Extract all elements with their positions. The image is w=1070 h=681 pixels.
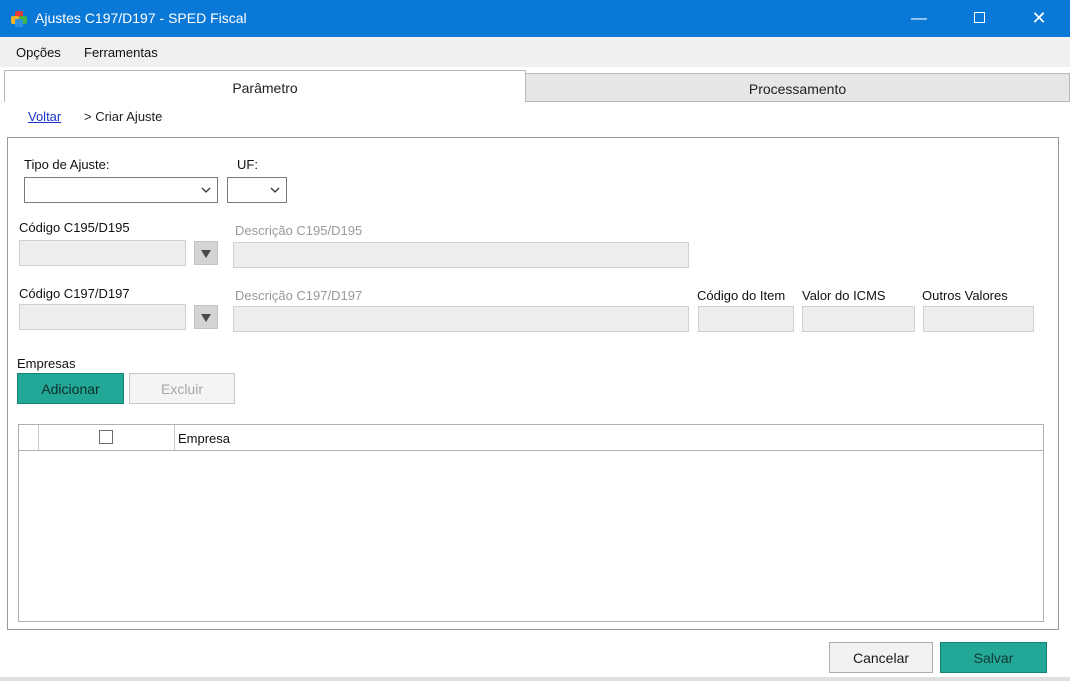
menu-bar: Opções Ferramentas: [0, 37, 1070, 67]
codigo-item-label: Código do Item: [697, 288, 786, 303]
app-icon: [11, 11, 27, 27]
breadcrumb-current: > Criar Ajuste: [84, 109, 163, 124]
maximize-button[interactable]: [956, 0, 1002, 37]
valor-icms-input[interactable]: [802, 306, 915, 332]
window-title: Ajustes C197/D197 - SPED Fiscal: [35, 10, 247, 26]
cancel-button[interactable]: Cancelar: [829, 642, 933, 673]
codigo-c195-dropdown-button[interactable]: [194, 241, 218, 265]
codigo-c195-label: Código C195/D195: [19, 220, 130, 235]
chevron-down-icon: [201, 187, 211, 193]
outros-valores-label: Outros Valores: [922, 288, 1008, 303]
uf-label: UF:: [237, 157, 258, 172]
codigo-c197-dropdown-button[interactable]: [194, 305, 218, 329]
triangle-down-icon: [201, 314, 211, 322]
add-company-button[interactable]: Adicionar: [17, 373, 124, 404]
valor-icms-label: Valor do ICMS: [802, 288, 886, 303]
tipo-ajuste-select[interactable]: [24, 177, 218, 203]
taskbar-edge: [0, 677, 1070, 681]
companies-grid: Empresa: [18, 424, 1044, 622]
close-button[interactable]: ✕: [1016, 0, 1062, 37]
row-header-cell: [19, 425, 39, 450]
uf-select[interactable]: [227, 177, 287, 203]
save-button[interactable]: Salvar: [940, 642, 1047, 673]
title-bar: Ajustes C197/D197 - SPED Fiscal — ✕: [0, 0, 1070, 37]
minimize-button[interactable]: —: [896, 0, 942, 37]
chevron-down-icon: [270, 187, 280, 193]
grid-header: Empresa: [19, 425, 1043, 451]
descricao-c197-input[interactable]: [233, 306, 689, 332]
triangle-down-icon: [201, 250, 211, 258]
codigo-c197-input[interactable]: [19, 304, 186, 330]
codigo-item-input[interactable]: [698, 306, 794, 332]
descricao-c195-input[interactable]: [233, 242, 689, 268]
descricao-c195-label: Descrição C195/D195: [235, 223, 363, 238]
codigo-c195-input[interactable]: [19, 240, 186, 266]
codigo-c197-label: Código C197/D197: [19, 286, 130, 301]
menu-opcoes[interactable]: Opções: [16, 45, 61, 60]
descricao-c197-label: Descrição C197/D197: [235, 288, 363, 303]
empresas-label: Empresas: [17, 356, 76, 371]
tipo-ajuste-label: Tipo de Ajuste:: [24, 157, 110, 172]
delete-company-button[interactable]: Excluir: [129, 373, 235, 404]
tab-parametro[interactable]: Parâmetro: [4, 70, 526, 102]
back-link[interactable]: Voltar: [28, 109, 61, 124]
outros-valores-input[interactable]: [923, 306, 1034, 332]
column-empresa[interactable]: Empresa: [178, 431, 230, 446]
menu-ferramentas[interactable]: Ferramentas: [84, 45, 158, 60]
select-all-checkbox[interactable]: [99, 430, 113, 444]
maximize-icon: [973, 11, 985, 23]
tab-strip: Processamento Parâmetro: [0, 70, 1070, 102]
tab-processamento[interactable]: Processamento: [525, 73, 1070, 102]
